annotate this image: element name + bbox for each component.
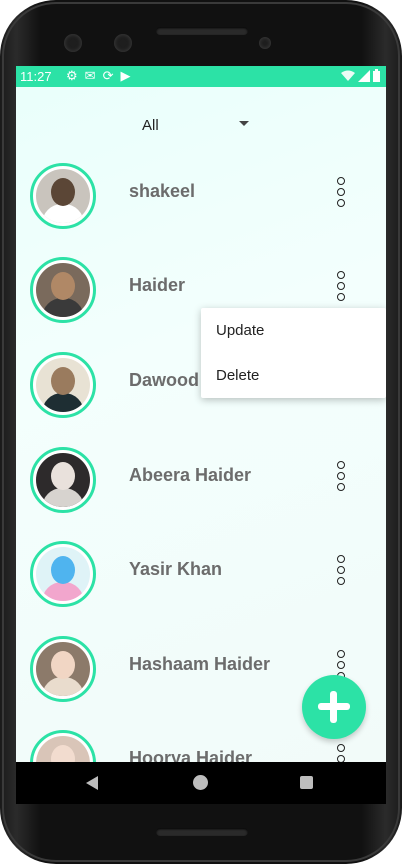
- wifi-icon: [341, 70, 355, 81]
- menu-dot: [337, 566, 345, 574]
- menu-dot: [337, 461, 345, 469]
- status-notification-icons: ⚙ ✉ ⟳ ▶: [66, 68, 130, 84]
- signal-icon: [358, 69, 370, 82]
- avatar-head: [51, 651, 75, 679]
- avatar: [30, 541, 96, 607]
- more-options-icon[interactable]: [334, 271, 348, 305]
- back-icon[interactable]: [86, 776, 98, 790]
- avatar: [30, 730, 96, 762]
- status-system-icons: [341, 69, 380, 82]
- avatar-head: [51, 272, 75, 300]
- filter-selected-value: All: [142, 116, 159, 134]
- menu-item-delete[interactable]: Delete: [201, 353, 386, 398]
- earpiece-speaker: [156, 27, 248, 35]
- add-contact-button[interactable]: [302, 675, 366, 739]
- avatar-head: [51, 178, 75, 206]
- avatar: [30, 352, 96, 418]
- menu-dot: [337, 188, 345, 196]
- avatar-head: [51, 556, 75, 584]
- front-sensor: [114, 34, 132, 52]
- navigation-bar: [16, 762, 386, 804]
- proximity-sensor: [259, 37, 271, 49]
- avatar-photo: [36, 263, 90, 317]
- sync-icon: ⟳: [102, 68, 114, 83]
- gmail-icon: ✉: [84, 68, 96, 83]
- more-options-icon[interactable]: [334, 555, 348, 589]
- contact-row[interactable]: Yasir Khan: [16, 541, 386, 631]
- menu-dot: [337, 661, 345, 669]
- menu-dot: [337, 472, 345, 480]
- contact-name: shakeel: [129, 181, 196, 201]
- contact-name: Yasir Khan: [129, 559, 223, 579]
- menu-dot: [337, 293, 345, 301]
- avatar: [30, 163, 96, 229]
- menu-dot: [337, 577, 345, 585]
- gear-icon: ⚙: [66, 68, 78, 83]
- menu-item-update[interactable]: Update: [201, 308, 386, 353]
- menu-dot: [337, 744, 345, 752]
- menu-dot: [337, 271, 345, 279]
- contact-name: Abeera Haider: [129, 465, 252, 485]
- contact-row[interactable]: Abeera Haider: [16, 447, 386, 537]
- menu-dot: [337, 483, 345, 491]
- contact-name: Hoorya Haider: [129, 748, 253, 762]
- menu-dot: [337, 199, 345, 207]
- battery-icon: [373, 69, 380, 82]
- app-screen: 11:27 ⚙ ✉ ⟳ ▶ All shakeel Haider Dawood Abe…: [16, 66, 386, 762]
- more-options-icon[interactable]: [334, 461, 348, 495]
- contact-name: Dawood: [129, 370, 199, 390]
- avatar-photo: [36, 547, 90, 601]
- contact-name: Haider: [129, 275, 186, 295]
- play-store-icon: ▶: [120, 68, 131, 83]
- menu-dot: [337, 555, 345, 563]
- more-options-icon[interactable]: [334, 744, 348, 762]
- avatar-photo: [36, 358, 90, 412]
- plus-icon-vertical: [330, 691, 337, 723]
- avatar-photo: [36, 169, 90, 223]
- avatar-photo: [36, 736, 90, 762]
- contact-row[interactable]: shakeel: [16, 163, 386, 253]
- avatar-head: [51, 462, 75, 490]
- status-time: 11:27: [20, 69, 52, 84]
- front-camera: [64, 34, 82, 52]
- avatar-photo: [36, 642, 90, 696]
- home-icon[interactable]: [193, 775, 208, 790]
- menu-dot: [337, 282, 345, 290]
- contact-name: Hashaam Haider: [129, 654, 271, 674]
- context-menu: Update Delete: [201, 308, 386, 398]
- menu-dot: [337, 755, 345, 762]
- menu-dot: [337, 650, 345, 658]
- chevron-down-icon[interactable]: [239, 121, 249, 126]
- avatar: [30, 447, 96, 513]
- avatar: [30, 257, 96, 323]
- recents-icon[interactable]: [300, 776, 313, 789]
- bottom-speaker: [156, 828, 248, 836]
- status-bar: 11:27 ⚙ ✉ ⟳ ▶: [16, 66, 386, 87]
- avatar-photo: [36, 453, 90, 507]
- filter-dropdown[interactable]: All: [142, 112, 252, 138]
- avatar-head: [51, 367, 75, 395]
- more-options-icon[interactable]: [334, 177, 348, 211]
- avatar: [30, 636, 96, 702]
- menu-dot: [337, 177, 345, 185]
